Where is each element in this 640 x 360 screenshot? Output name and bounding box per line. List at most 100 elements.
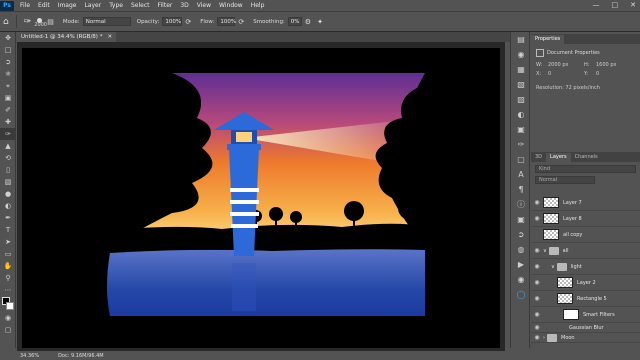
layer-group-row[interactable]: ◉ ∨ light <box>531 259 640 275</box>
crop-tool-icon[interactable]: ⌖ <box>0 80 16 92</box>
symmetry-icon[interactable]: ✦ <box>317 18 323 26</box>
history-icon[interactable]: ▤ <box>511 32 531 47</box>
layer-row[interactable]: ◉ Layer 2 <box>531 275 640 291</box>
layer-group-row[interactable]: ◉ ∨ all <box>531 243 640 259</box>
document-canvas[interactable] <box>22 48 500 348</box>
timeline-icon[interactable]: ◉ <box>511 272 531 287</box>
visibility-eye-icon[interactable]: ◉ <box>531 279 543 286</box>
pen-tool-icon[interactable]: ✒ <box>0 212 16 224</box>
background-color[interactable] <box>6 302 14 310</box>
visibility-eye-icon[interactable]: ◉ <box>531 199 543 206</box>
pressure-opacity-icon[interactable]: ⟳ <box>185 18 191 26</box>
blend-mode-select[interactable]: Normal <box>535 176 595 184</box>
type-tool-icon[interactable]: T <box>0 224 16 236</box>
close-tab-icon[interactable]: ✕ <box>107 34 112 40</box>
screen-mode-icon[interactable]: ▢ <box>0 324 16 336</box>
chevron-right-icon[interactable]: › <box>543 335 545 341</box>
adjustments-icon[interactable]: ◐ <box>511 107 531 122</box>
swatches-icon[interactable]: ▦ <box>511 62 531 77</box>
libraries-icon[interactable]: ▣ <box>511 122 531 137</box>
actions-icon[interactable]: ▶ <box>511 257 531 272</box>
layer-filter-input[interactable]: Kind <box>535 165 636 173</box>
mode-select[interactable]: Normal <box>82 17 131 26</box>
move-tool-icon[interactable]: ✥ <box>0 32 16 44</box>
menu-filter[interactable]: Filter <box>158 2 173 9</box>
menu-layer[interactable]: Layer <box>84 2 101 9</box>
airbrush-icon[interactable]: ⟳ <box>238 18 244 26</box>
path-selection-tool-icon[interactable]: ➤ <box>0 236 16 248</box>
eraser-tool-icon[interactable]: ▯ <box>0 164 16 176</box>
eyedropper-tool-icon[interactable]: ✐ <box>0 104 16 116</box>
quick-mask-icon[interactable]: ◉ <box>0 312 16 324</box>
paragraph-icon[interactable]: ¶ <box>511 182 531 197</box>
menu-3d[interactable]: 3D <box>180 2 188 9</box>
character-icon[interactable]: A <box>511 167 531 182</box>
gradient-tool-icon[interactable]: ▧ <box>0 176 16 188</box>
smart-filter-row[interactable]: ◉ Smart Filters <box>531 307 640 323</box>
menu-help[interactable]: Help <box>251 2 265 9</box>
more-tools-icon[interactable]: ⋯ <box>0 284 16 296</box>
y-value[interactable]: 0 <box>596 71 632 77</box>
visibility-eye-icon[interactable]: ◉ <box>531 295 543 302</box>
brush-settings-icon[interactable]: ▤ <box>47 18 54 26</box>
document-tab[interactable]: Untitled-1 @ 34.4% (RGB/8) * ✕ <box>17 32 117 42</box>
frame-tool-icon[interactable]: ▣ <box>0 92 16 104</box>
tab-3d[interactable]: 3D <box>531 153 546 162</box>
menu-view[interactable]: View <box>197 2 211 9</box>
width-value[interactable]: 2000 px <box>548 62 584 68</box>
gear-icon[interactable]: ⚙ <box>305 18 311 26</box>
height-value[interactable]: 1600 px <box>596 62 632 68</box>
tab-channels[interactable]: Channels <box>571 153 602 162</box>
color-swatches[interactable] <box>0 296 16 312</box>
layer-row[interactable]: all copy <box>531 227 640 243</box>
brush-tool-icon[interactable]: ✑ <box>0 128 16 140</box>
layer-row[interactable]: ◉ Layer 8 <box>531 211 640 227</box>
history-brush-tool-icon[interactable]: ⟲ <box>0 152 16 164</box>
layer-group-row[interactable]: ◉ › Moon <box>531 333 640 343</box>
channels-icon[interactable]: ◍ <box>511 242 531 257</box>
brush-preset-picker[interactable]: 2000 <box>34 17 47 27</box>
tab-layers[interactable]: Layers <box>546 153 571 162</box>
stamp-tool-icon[interactable]: ▲ <box>0 140 16 152</box>
tab-properties[interactable]: Properties <box>531 35 565 44</box>
dodge-tool-icon[interactable]: ◐ <box>0 200 16 212</box>
chevron-down-icon[interactable]: ∨ <box>551 264 555 270</box>
menu-window[interactable]: Window <box>219 2 243 9</box>
lasso-tool-icon[interactable]: ➲ <box>0 56 16 68</box>
blur-tool-icon[interactable]: ● <box>0 188 16 200</box>
visibility-eye-icon[interactable]: ◉ <box>531 247 543 254</box>
flow-field[interactable]: 100% <box>217 17 236 26</box>
menu-type[interactable]: Type <box>109 2 123 9</box>
info-icon[interactable]: ⓘ <box>511 197 531 212</box>
brushes-icon[interactable]: ✑ <box>511 137 531 152</box>
close-icon[interactable]: ✕ <box>630 1 636 9</box>
minimize-icon[interactable]: — <box>593 1 600 9</box>
chevron-down-icon[interactable]: ∨ <box>543 248 547 254</box>
hand-tool-icon[interactable]: ✋ <box>0 260 16 272</box>
paths-icon[interactable]: ➲ <box>511 227 531 242</box>
visibility-eye-icon[interactable]: ◉ <box>531 263 543 270</box>
document-size[interactable]: Doc: 9.16M/96.4M <box>58 353 104 359</box>
zoom-level[interactable]: 34.36% <box>20 353 39 359</box>
menu-file[interactable]: File <box>20 2 30 9</box>
layer-row[interactable]: ◉ Layer 7 <box>531 195 640 211</box>
healing-tool-icon[interactable]: ✚ <box>0 116 16 128</box>
menu-edit[interactable]: Edit <box>38 2 50 9</box>
navigator-icon[interactable]: ▣ <box>511 212 531 227</box>
x-value[interactable]: 0 <box>548 71 584 77</box>
learn-icon[interactable]: ◯ <box>511 287 531 302</box>
marquee-tool-icon[interactable]: □ <box>0 44 16 56</box>
menu-image[interactable]: Image <box>58 2 77 9</box>
maximize-icon[interactable]: □ <box>612 1 619 9</box>
brush-tool-icon[interactable]: ✑ <box>24 17 32 27</box>
quick-select-tool-icon[interactable]: ✯ <box>0 68 16 80</box>
visibility-eye-icon[interactable]: ◉ <box>531 334 543 341</box>
smart-filter-row[interactable]: ◉ Gaussian Blur <box>531 323 640 333</box>
zoom-tool-icon[interactable]: ⚲ <box>0 272 16 284</box>
layer-row[interactable]: ◉ Rectangle 5 <box>531 291 640 307</box>
home-icon[interactable]: ⌂ <box>3 17 9 27</box>
visibility-eye-icon[interactable]: ◉ <box>531 324 543 331</box>
glyphs-icon[interactable]: ▢ <box>511 152 531 167</box>
patterns-icon[interactable]: ▨ <box>511 92 531 107</box>
visibility-eye-icon[interactable]: ◉ <box>531 311 543 318</box>
